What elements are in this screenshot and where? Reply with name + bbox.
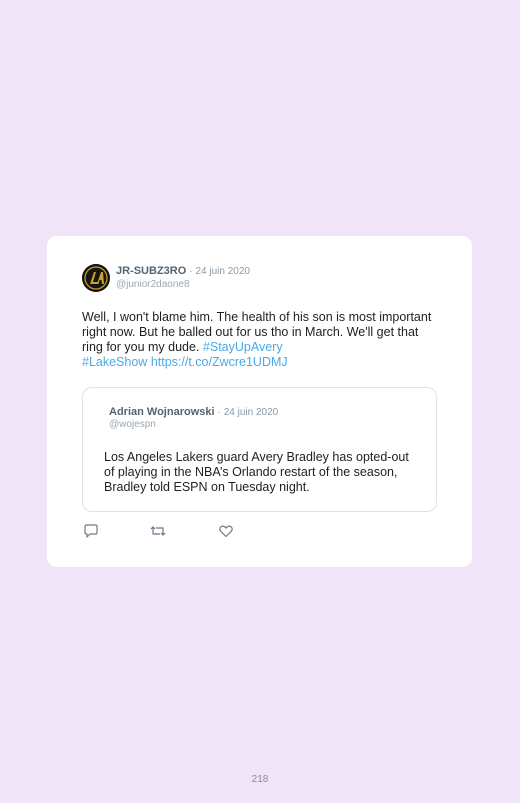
quoted-author-name[interactable]: Adrian Wojnarowski xyxy=(109,406,215,418)
page-number: 218 xyxy=(251,774,269,785)
hashtag-link[interactable]: #StayUpAvery xyxy=(203,340,283,354)
hashtag-link[interactable]: #LakeShow xyxy=(82,355,147,369)
quoted-date: · 24 juin 2020 xyxy=(217,407,279,418)
reply-icon[interactable] xyxy=(83,523,99,539)
heart-icon[interactable] xyxy=(218,523,234,539)
tweet-header: JR-SUBZ3RO · 24 juin 2020 @junior2daone8 xyxy=(82,264,442,294)
quoted-text: Los Angeles Lakers guard Avery Bradley h… xyxy=(104,450,409,494)
tweet-actions xyxy=(83,523,283,539)
tweet-url-link[interactable]: https://t.co/Zwcre1UDMJ xyxy=(151,355,288,369)
quoted-author-line: Adrian Wojnarowski · 24 juin 2020 xyxy=(109,406,278,418)
retweet-icon[interactable] xyxy=(150,523,166,539)
author-handle[interactable]: @junior2daone8 xyxy=(116,279,190,290)
author-line: JR-SUBZ3RO · 24 juin 2020 xyxy=(116,265,250,277)
avatar[interactable] xyxy=(82,264,110,292)
author-name[interactable]: JR-SUBZ3RO xyxy=(116,265,186,277)
tweet-date: · 24 juin 2020 xyxy=(189,266,250,277)
quoted-author-handle[interactable]: @wojespn xyxy=(109,419,156,430)
tweet-text: Well, I won't blame him. The health of h… xyxy=(82,310,432,370)
avatar-logo-icon xyxy=(82,264,110,292)
tweet-card: JR-SUBZ3RO · 24 juin 2020 @junior2daone8… xyxy=(47,236,472,567)
quoted-tweet[interactable]: Adrian Wojnarowski · 24 juin 2020 @wojes… xyxy=(82,387,437,512)
